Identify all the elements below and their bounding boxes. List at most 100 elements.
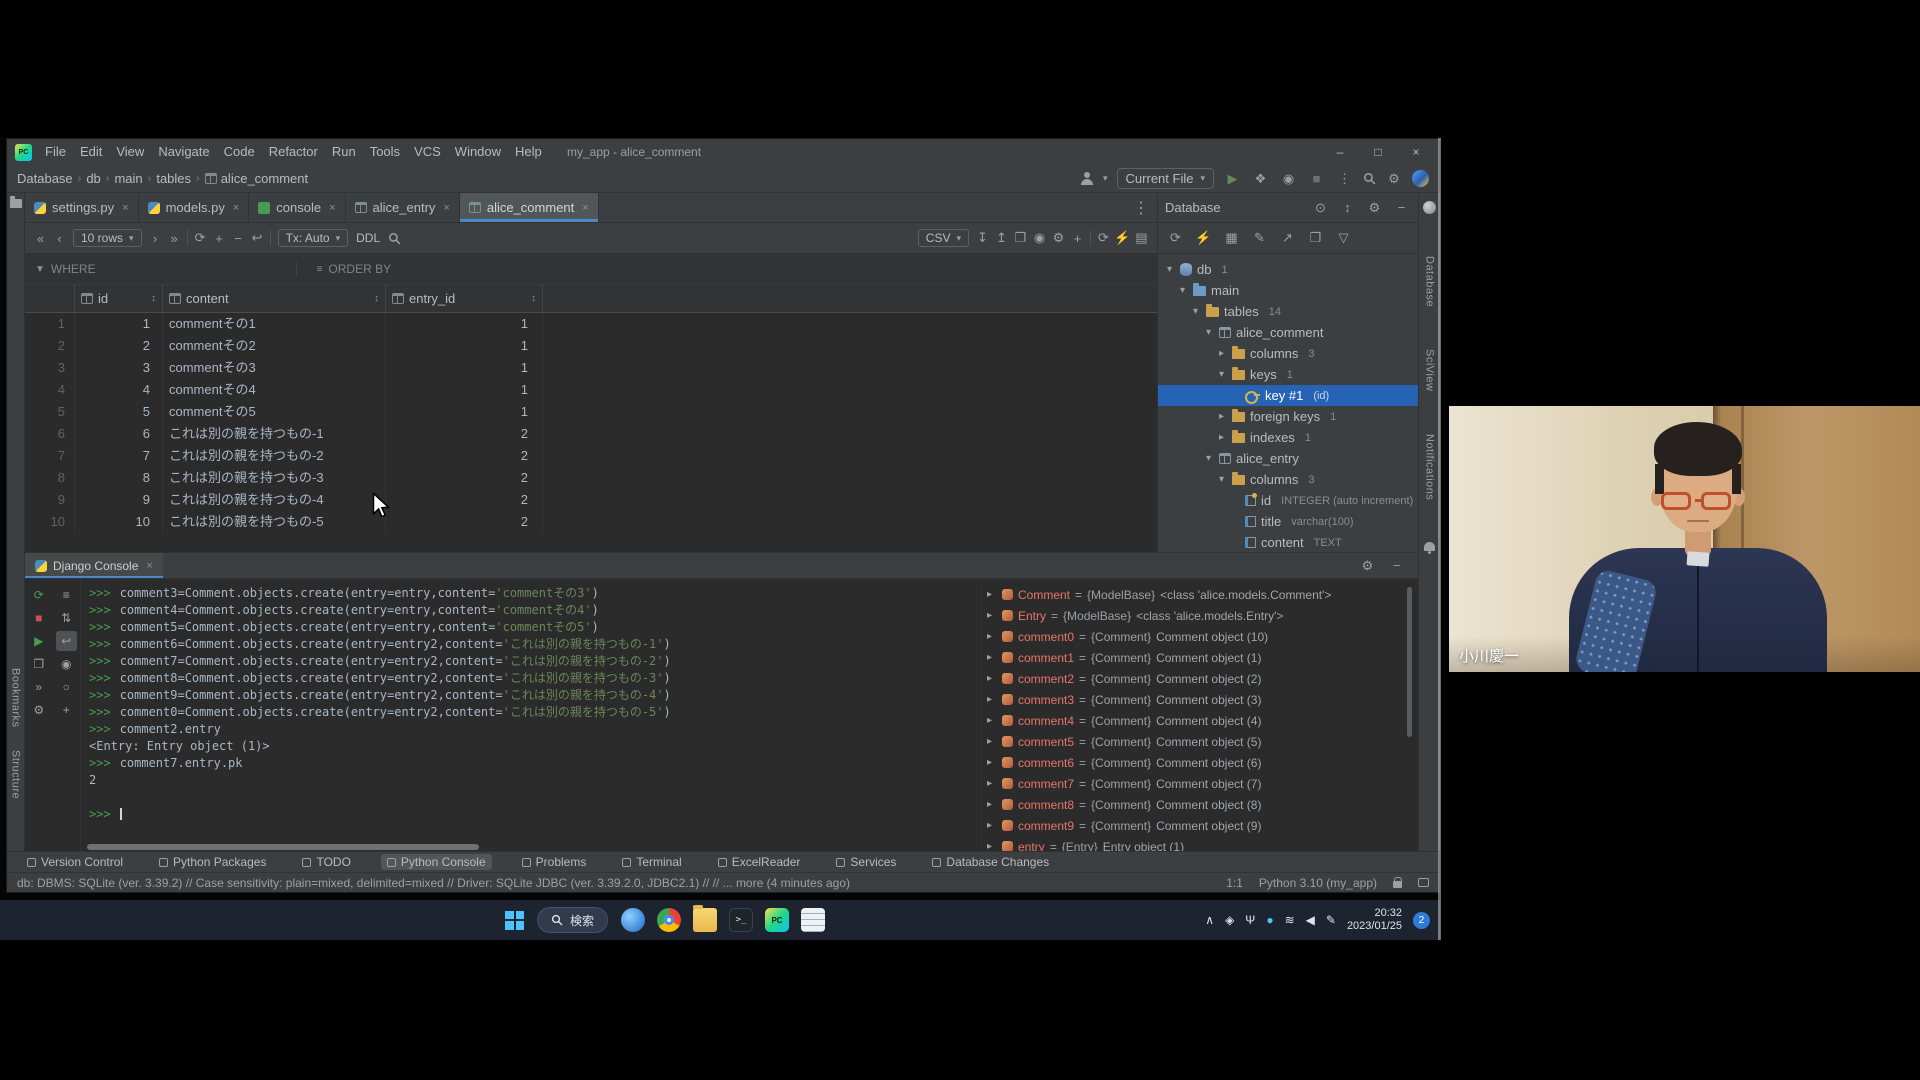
dropbox-icon[interactable]: ◈: [1225, 913, 1234, 927]
vertical-scrollbar[interactable]: [1407, 587, 1412, 737]
table-row[interactable]: 11commentその11: [25, 313, 1157, 335]
account-avatar[interactable]: [1412, 170, 1429, 187]
project-icon[interactable]: [10, 199, 22, 208]
table-row[interactable]: 44commentその41: [25, 379, 1157, 401]
breadcrumb-tables[interactable]: tables: [156, 171, 191, 186]
cell-content[interactable]: commentその5: [163, 401, 386, 423]
chevron-right-icon[interactable]: ▸: [987, 673, 997, 684]
new-window-icon[interactable]: ❐: [1306, 230, 1325, 246]
variable-row[interactable]: ▸comment8={Comment}Comment object (8): [982, 794, 1412, 815]
menu-window[interactable]: Window: [448, 139, 508, 165]
close-icon[interactable]: ×: [122, 202, 128, 214]
chevron-right-icon[interactable]: ▸: [987, 736, 997, 747]
prev-page-icon[interactable]: ‹: [50, 231, 69, 246]
open-icon[interactable]: ↗: [1278, 230, 1297, 246]
chevron-down-icon[interactable]: ▾: [1103, 173, 1108, 184]
notification-count-badge[interactable]: 2: [1413, 912, 1430, 929]
cell-id[interactable]: 6: [75, 423, 163, 445]
menu-navigate[interactable]: Navigate: [151, 139, 216, 165]
notepad-icon[interactable]: [801, 908, 825, 932]
cell-id[interactable]: 9: [75, 489, 163, 511]
stop-icon[interactable]: ■: [28, 608, 50, 628]
close-icon[interactable]: ×: [443, 202, 449, 214]
search-icon[interactable]: [1363, 172, 1376, 185]
cell-id[interactable]: 7: [75, 445, 163, 467]
column-header-content[interactable]: content↕: [163, 285, 386, 312]
table-row[interactable]: 55commentその51: [25, 401, 1157, 423]
revert-icon[interactable]: ↩: [248, 230, 267, 246]
tab-alice-entry[interactable]: alice_entry×: [346, 193, 460, 222]
csv-format-dropdown[interactable]: CSV ▾: [918, 229, 969, 247]
stripe-label-database[interactable]: Database: [1424, 256, 1436, 307]
lock-icon[interactable]: [1393, 881, 1402, 888]
variable-row[interactable]: ▸comment0={Comment}Comment object (10): [982, 626, 1412, 647]
breadcrumb-database[interactable]: Database: [17, 171, 73, 186]
more-actions-icon[interactable]: ⋮: [1335, 171, 1354, 187]
toolbutton-python-packages[interactable]: Python Packages: [153, 854, 272, 870]
close-icon[interactable]: ×: [329, 202, 335, 214]
caret-position[interactable]: 1:1: [1226, 876, 1243, 890]
close-icon[interactable]: ×: [582, 202, 588, 214]
cell-content[interactable]: commentその1: [163, 313, 386, 335]
order-by-clause-field[interactable]: ≡ ORDER BY: [296, 262, 392, 276]
tree-node-keys[interactable]: ▾keys1: [1158, 364, 1418, 385]
preview-icon[interactable]: ◉: [1030, 230, 1049, 246]
rows-dropdown[interactable]: 10 rows ▾: [73, 229, 142, 247]
tree-node-foreign-keys[interactable]: ▸foreign keys1: [1158, 406, 1418, 427]
tree-node-title[interactable]: titlevarchar(100): [1158, 511, 1418, 532]
user-icon[interactable]: [1080, 172, 1094, 186]
toolbutton-services[interactable]: Services: [830, 854, 902, 870]
tree-node-columns[interactable]: ▸columns3: [1158, 343, 1418, 364]
cell-entry-id[interactable]: 2: [386, 423, 543, 445]
console-tab[interactable]: Django Console ×: [25, 553, 163, 578]
hidden-items-icon[interactable]: ∧: [1205, 913, 1214, 927]
filter-icon[interactable]: ▽: [1334, 230, 1353, 246]
menu-tools[interactable]: Tools: [363, 139, 407, 165]
cell-id[interactable]: 3: [75, 357, 163, 379]
preview-icon[interactable]: ◉: [56, 654, 78, 674]
variable-row[interactable]: ▸comment1={Comment}Comment object (1): [982, 647, 1412, 668]
run-icon[interactable]: ▶: [1223, 171, 1242, 187]
cell-content[interactable]: これは別の親を持つもの-5: [163, 511, 386, 533]
chevron-right-icon[interactable]: ▸: [987, 652, 997, 663]
tree-node-alice-comment[interactable]: ▾alice_comment: [1158, 322, 1418, 343]
submit-icon[interactable]: ⚡: [1113, 230, 1132, 246]
chevron-down-icon[interactable]: ▾: [1216, 369, 1227, 380]
expand-icon[interactable]: ↕: [1338, 200, 1357, 216]
chevron-right-icon[interactable]: ▸: [1216, 432, 1227, 443]
last-page-icon[interactable]: »: [165, 231, 184, 246]
edge-icon[interactable]: [621, 908, 645, 932]
cell-id[interactable]: 1: [75, 313, 163, 335]
search-icon[interactable]: [388, 232, 401, 245]
rerun-icon[interactable]: ⟳: [28, 585, 50, 605]
table-row[interactable]: 33commentその31: [25, 357, 1157, 379]
cell-id[interactable]: 5: [75, 401, 163, 423]
cell-id[interactable]: 2: [75, 335, 163, 357]
settings-icon[interactable]: ⚙: [1358, 558, 1377, 574]
chevron-right-icon[interactable]: ▸: [987, 589, 997, 600]
add-icon[interactable]: +: [1068, 231, 1087, 246]
tab-alice-comment[interactable]: alice_comment×: [460, 193, 599, 222]
menu-refactor[interactable]: Refactor: [262, 139, 325, 165]
menu-view[interactable]: View: [109, 139, 151, 165]
interpreter-label[interactable]: Python 3.10 (my_app): [1259, 876, 1377, 890]
chevron-down-icon[interactable]: ▾: [1177, 285, 1188, 296]
taskbar-clock[interactable]: 20:32 2023/01/25: [1347, 907, 1402, 933]
hide-icon[interactable]: −: [1387, 558, 1406, 574]
soft-wrap-icon[interactable]: ↩: [56, 631, 78, 651]
chevron-down-icon[interactable]: ▾: [1203, 327, 1214, 338]
tree-node-content[interactable]: contentTEXT: [1158, 532, 1418, 552]
tab-options-icon[interactable]: ⋮: [1125, 193, 1157, 222]
add-icon[interactable]: +: [56, 700, 78, 720]
chevron-down-icon[interactable]: ▾: [1164, 264, 1175, 275]
toolbutton-version-control[interactable]: Version Control: [21, 854, 129, 870]
table-row[interactable]: 88これは別の親を持つもの-32: [25, 467, 1157, 489]
explorer-icon[interactable]: [693, 908, 717, 932]
cell-content[interactable]: これは別の親を持つもの-4: [163, 489, 386, 511]
volume-icon[interactable]: ◀: [1306, 913, 1315, 927]
table-row[interactable]: 77これは別の親を持つもの-22: [25, 445, 1157, 467]
close-icon[interactable]: ×: [1397, 139, 1435, 165]
pen-icon[interactable]: ✎: [1326, 913, 1336, 927]
event-log-icon[interactable]: [1418, 878, 1429, 887]
refresh-icon[interactable]: ⟳: [1094, 230, 1113, 246]
